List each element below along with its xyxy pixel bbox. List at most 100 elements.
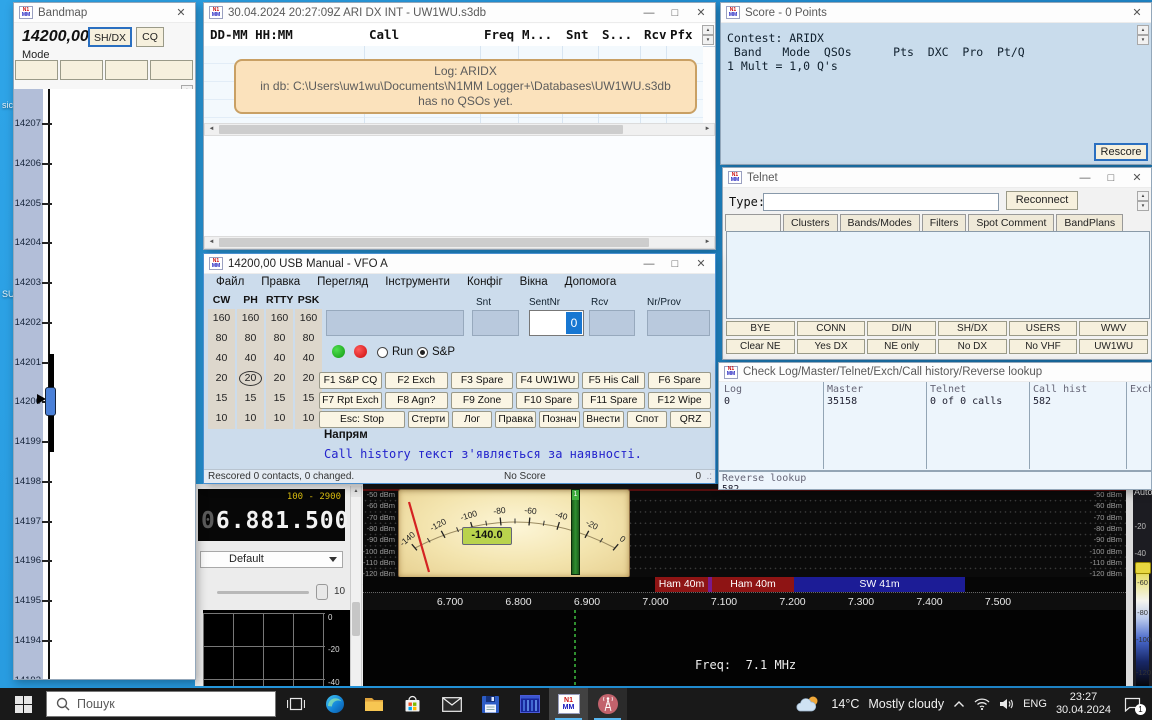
sdr-profile-dropdown[interactable]: Default (200, 551, 343, 568)
close-icon[interactable]: ✕ (168, 4, 194, 22)
rcv-field[interactable] (589, 310, 635, 336)
band-button-cw-80[interactable]: 80 (208, 330, 235, 346)
scroll-right-icon[interactable]: ► (701, 124, 714, 135)
close-icon[interactable]: ✕ (1124, 169, 1150, 187)
close-icon[interactable]: ✕ (688, 4, 714, 22)
menu-item[interactable]: Файл (216, 276, 244, 288)
rescore-button[interactable]: Rescore (1094, 143, 1148, 161)
scrollbar-thumb[interactable] (352, 602, 360, 636)
telnet-button[interactable]: USERS (1009, 321, 1078, 336)
scroll-left-icon[interactable]: ◄ (205, 124, 218, 135)
nrprov-field[interactable] (647, 310, 710, 336)
n1mm-taskbar-button[interactable]: N1MM (549, 688, 588, 720)
sentnr-field[interactable]: 0 (529, 310, 584, 336)
telnet-button[interactable]: UW1WU (1079, 339, 1148, 354)
telnet-button[interactable]: No VHF (1009, 339, 1078, 354)
menu-item[interactable]: Перегляд (317, 276, 368, 288)
band-button-ph-15[interactable]: 15 (237, 390, 264, 406)
band-button-cw-40[interactable]: 40 (208, 350, 235, 366)
band-button-ph-160[interactable]: 160 (237, 310, 264, 326)
weather-temperature[interactable]: 14°C (831, 697, 859, 711)
bandmap-mode-box[interactable] (60, 60, 103, 80)
shdx-button[interactable]: SH/DX (88, 27, 132, 47)
function-key-button[interactable]: F3 Spare (451, 372, 514, 389)
bandmap-scale-area[interactable]: 1420714206142051420414203142021420114200… (14, 89, 195, 679)
telnet-tab[interactable]: Filters (922, 214, 967, 231)
log-column-header[interactable]: Pfx (670, 27, 693, 42)
spin-up-icon[interactable]: ▲ (1137, 25, 1149, 35)
telnet-button[interactable]: CONN (797, 321, 866, 336)
minimize-icon[interactable]: — (636, 255, 662, 273)
store-button[interactable] (393, 688, 432, 720)
telnet-button[interactable]: BYE (726, 321, 795, 336)
band-button-ph-80[interactable]: 80 (237, 330, 264, 346)
spin-down-icon[interactable]: ▼ (1137, 201, 1149, 211)
action-button[interactable]: Стерти (408, 411, 449, 428)
function-key-button[interactable]: F12 Wipe (648, 392, 711, 409)
action-button[interactable]: Внести (583, 411, 624, 428)
log-column-header[interactable]: M... (522, 27, 552, 42)
telnet-tab[interactable]: Bands/Modes (840, 214, 920, 231)
menu-item[interactable]: Інструменти (385, 276, 450, 288)
close-icon[interactable]: ✕ (1124, 4, 1150, 22)
telnet-tab[interactable]: Clusters (783, 214, 838, 231)
band-button-psk-80[interactable]: 80 (295, 330, 322, 346)
score-spinner[interactable]: ▲ ▼ (1137, 25, 1149, 43)
band-button-psk-40[interactable]: 40 (295, 350, 322, 366)
start-button[interactable] (0, 688, 46, 720)
telnet-tab[interactable]: BandPlans (1056, 214, 1123, 231)
scroll-left-icon[interactable]: ◄ (205, 237, 218, 248)
log-column-header[interactable]: Rcv (644, 27, 667, 42)
telnet-button[interactable]: Clear NE (726, 339, 795, 354)
action-button[interactable]: Правка (495, 411, 536, 428)
spectrum-app-button[interactable] (510, 688, 549, 720)
action-button[interactable]: Познач (539, 411, 580, 428)
log-hscrollbar[interactable]: ◄ ► (204, 123, 715, 136)
notification-center-button[interactable]: 1 (1120, 692, 1144, 716)
spin-up-icon[interactable]: ▲ (1137, 191, 1149, 201)
telnet-spinner[interactable]: ▲ ▼ (1137, 191, 1149, 209)
telnet-button[interactable]: DI/N (867, 321, 936, 336)
maximize-icon[interactable]: □ (662, 255, 688, 273)
menu-item[interactable]: Правка (261, 276, 300, 288)
task-view-button[interactable] (276, 688, 315, 720)
mail-button[interactable] (432, 688, 471, 720)
function-key-button[interactable]: F5 His Call (582, 372, 645, 389)
band-button-ph-10[interactable]: 10 (237, 410, 264, 426)
band-button-rtty-10[interactable]: 10 (266, 410, 293, 426)
run-radio[interactable]: Run (377, 346, 413, 358)
band-button-rtty-20[interactable]: 20 (266, 370, 293, 386)
band-button-rtty-15[interactable]: 15 (266, 390, 293, 406)
function-key-button[interactable]: F2 Exch (385, 372, 448, 389)
action-button[interactable]: QRZ (670, 411, 711, 428)
scrollbar-thumb[interactable] (219, 125, 623, 134)
telnet-type-input[interactable] (763, 193, 999, 211)
log-column-header[interactable]: S... (602, 27, 632, 42)
menu-item[interactable]: Вікна (520, 276, 548, 288)
search-input[interactable]: Пошук (46, 691, 276, 717)
telnet-button[interactable]: WWV (1079, 321, 1148, 336)
function-key-button[interactable]: F8 Agn? (385, 392, 448, 409)
log-column-header[interactable]: Snt (566, 27, 589, 42)
maximize-icon[interactable]: □ (662, 4, 688, 22)
resize-grip-icon[interactable]: .: (706, 471, 712, 482)
function-key-button[interactable]: F10 Spare (516, 392, 579, 409)
color-scale-handle[interactable] (1135, 562, 1151, 574)
weather-description[interactable]: Mostly cloudy (868, 697, 944, 711)
menu-item[interactable]: Допомога (565, 276, 617, 288)
waterfall[interactable]: Freq: 7.1 MHz (363, 610, 1126, 686)
bandmap-mode-box[interactable] (105, 60, 148, 80)
action-button[interactable]: Лог (452, 411, 493, 428)
scroll-up-icon[interactable]: ▲ (351, 486, 361, 497)
action-button[interactable]: Спот (627, 411, 668, 428)
band-button-psk-15[interactable]: 15 (295, 390, 322, 406)
tab-blank[interactable] (725, 214, 781, 231)
scroll-right-icon[interactable]: ► (701, 237, 714, 248)
wifi-icon[interactable] (974, 698, 990, 710)
tuning-marker[interactable]: 1 (571, 489, 580, 575)
telnet-button[interactable]: NE only (867, 339, 936, 354)
log-hscrollbar-lower[interactable]: ◄ ► (204, 236, 715, 249)
telnet-button[interactable]: No DX (938, 339, 1007, 354)
chevron-up-icon[interactable] (953, 700, 965, 708)
file-explorer-button[interactable] (354, 688, 393, 720)
